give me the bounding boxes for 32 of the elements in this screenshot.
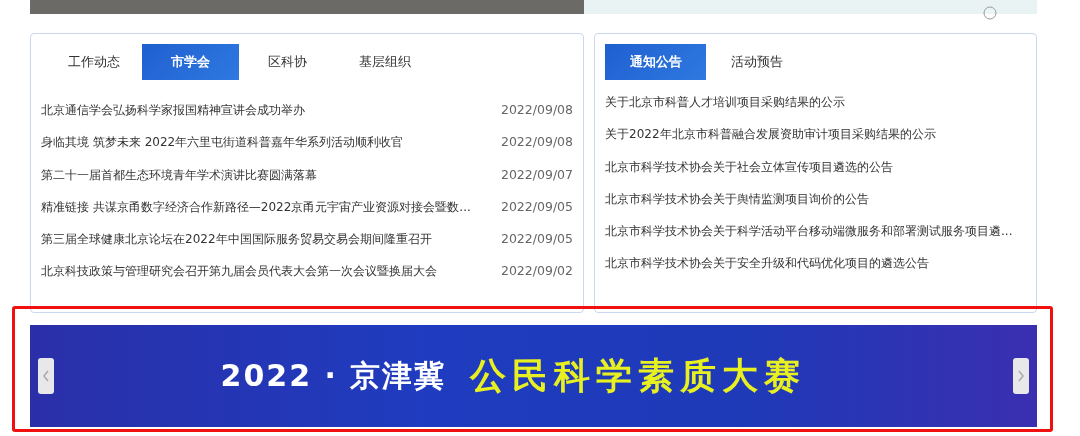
circle-icon[interactable]: [983, 6, 997, 20]
next-button[interactable]: [1013, 358, 1029, 394]
news-date: 2022/09/07: [500, 166, 573, 184]
notice-link[interactable]: 北京市科学技术协会关于社会立体宣传项目遴选的公告: [605, 158, 893, 191]
tab[interactable]: 通知公告: [605, 44, 706, 80]
news-link[interactable]: 精准链接 共谋京甬数字经济合作新路径—2022京甬元宇宙产业资源对接会暨数...: [41, 198, 471, 232]
notice-link[interactable]: 关于2022年北京市科普融合发展资助审计项目采购结果的公示: [605, 126, 936, 159]
banner-title: 公民科学素质大赛: [470, 353, 807, 398]
notice-link[interactable]: 北京市科学技术协会关于舆情监测项目询价的公告: [605, 190, 869, 224]
previous-button[interactable]: [38, 358, 54, 394]
chevron-left-icon: [42, 369, 50, 383]
notice-link[interactable]: 关于北京市科普人才培训项目采购结果的公示: [605, 94, 845, 127]
news-date: 2022/09/05: [500, 231, 573, 249]
news-date: 2022/09/02: [500, 263, 573, 281]
news-link[interactable]: 第二十一届首都生态环境青年学术演讲比赛圆满落幕: [41, 166, 317, 199]
tab[interactable]: 活动预告: [706, 44, 807, 80]
tab[interactable]: 区科协: [239, 44, 336, 80]
tab[interactable]: 基层组织: [336, 44, 433, 80]
notice-link[interactable]: 北京市科学技术协会关于安全升级和代码优化项目的遴选公告: [605, 255, 929, 288]
banner-year: 2022 · 京津冀: [220, 356, 447, 395]
news-date: 2022/09/08: [500, 102, 573, 119]
news-link[interactable]: 北京通信学会弘扬科学家报国精神宣讲会成功举办: [41, 102, 305, 135]
notice-link[interactable]: 北京市科学技术协会关于科学活动平台移动端微服务和部署测试服务项目遴...: [605, 223, 1013, 256]
tab[interactable]: 工作动态: [45, 44, 142, 80]
banner[interactable]: 2022 · 京津冀 公民科学素质大赛: [30, 325, 1037, 427]
news-link[interactable]: 第三届全球健康北京论坛在2022年中国国际服务贸易交易会期间隆重召开: [41, 231, 432, 264]
news-date: 2022/09/05: [500, 198, 573, 216]
news-link[interactable]: 北京科技政策与管理研究会召开第九届会员代表大会第一次会议暨换届大会: [41, 263, 437, 296]
news-link[interactable]: 身临其境 筑梦未来 2022年六里屯街道科普嘉年华系列活动顺利收官: [41, 134, 404, 167]
tab[interactable]: 市学会: [142, 44, 239, 80]
news-date: 2022/09/08: [500, 134, 573, 152]
chevron-right-icon: [1017, 369, 1025, 383]
